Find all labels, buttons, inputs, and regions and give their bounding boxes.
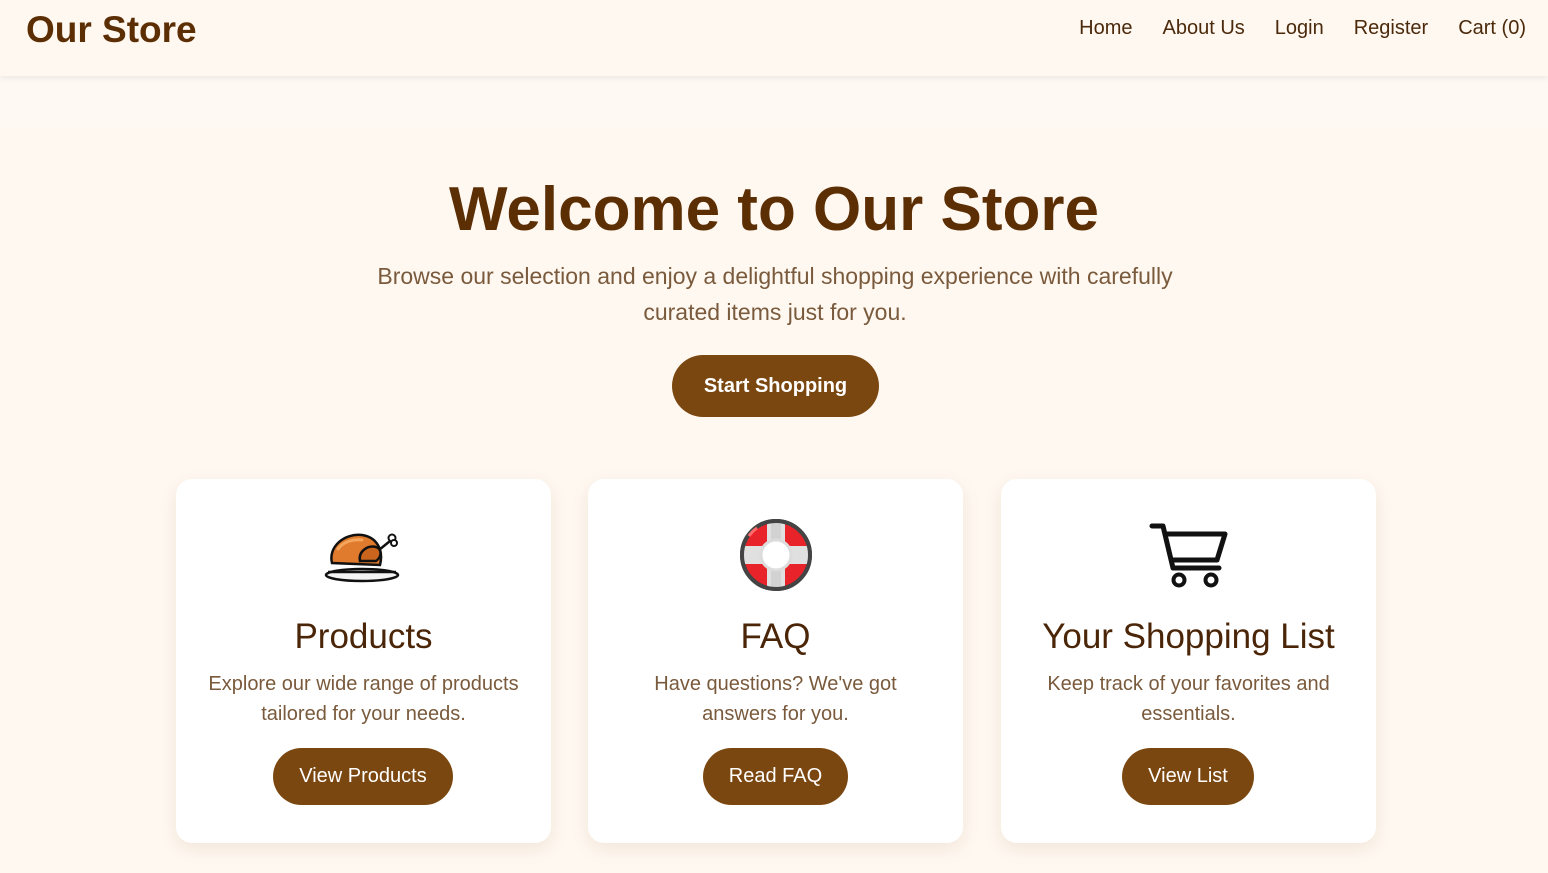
nav-link-about-us[interactable]: About Us bbox=[1163, 17, 1245, 40]
view-products-button[interactable]: View Products bbox=[273, 748, 453, 805]
products-card: Products Explore our wide range of produ… bbox=[176, 479, 551, 843]
shopping-list-card: Your Shopping List Keep track of your fa… bbox=[1001, 479, 1376, 843]
faq-card: FAQ Have questions? We've got answers fo… bbox=[588, 479, 963, 843]
nav-link-register[interactable]: Register bbox=[1354, 17, 1428, 40]
view-list-button[interactable]: View List bbox=[1122, 748, 1254, 805]
card-title: Products bbox=[294, 617, 433, 656]
roast-turkey-icon bbox=[176, 513, 551, 597]
card-title: FAQ bbox=[740, 617, 811, 656]
top-navigation-bar: Our Store Home About Us Login Register C… bbox=[0, 0, 1548, 76]
card-description: Keep track of your favorites and essenti… bbox=[1047, 673, 1330, 725]
shopping-cart-icon bbox=[1001, 513, 1376, 597]
start-shopping-button[interactable]: Start Shopping bbox=[672, 355, 879, 417]
lifebuoy-icon bbox=[588, 513, 963, 597]
card-description: Have questions? We've got answers for yo… bbox=[654, 673, 897, 725]
main-nav: Home About Us Login Register Cart (0) bbox=[1079, 17, 1526, 40]
card-title: Your Shopping List bbox=[1042, 617, 1335, 656]
nav-link-home[interactable]: Home bbox=[1079, 17, 1132, 40]
card-description: Explore our wide range of products tailo… bbox=[208, 673, 519, 725]
read-faq-button[interactable]: Read FAQ bbox=[703, 748, 848, 805]
hero-top-band bbox=[0, 76, 1548, 128]
hero-subtitle: Browse our selection and enjoy a delight… bbox=[377, 263, 1173, 325]
nav-link-cart[interactable]: Cart (0) bbox=[1458, 17, 1526, 40]
nav-link-login[interactable]: Login bbox=[1275, 17, 1324, 40]
brand-logo-text[interactable]: Our Store bbox=[26, 9, 197, 51]
hero-title: Welcome to Our Store bbox=[449, 175, 1099, 244]
